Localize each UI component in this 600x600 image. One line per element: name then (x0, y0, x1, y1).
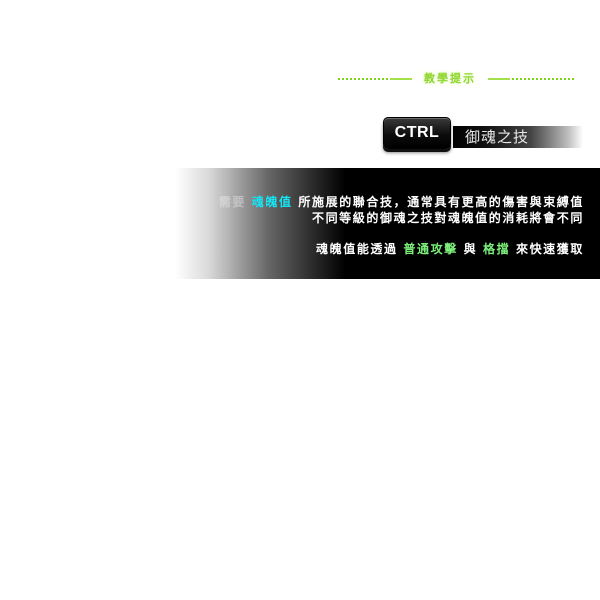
tutorial-title: 教學提示 (424, 72, 476, 85)
description-line-2: 不同等級的御魂之技對魂魄值的消耗將會不同 (311, 211, 584, 225)
skill-key-row: CTRL 御魂之技 (383, 117, 583, 151)
description-line-1-lead: 需要 (218, 195, 247, 209)
header-divider-left (338, 78, 412, 80)
description-line-3: 魂魄值能透過 普通攻擊 與 格擋 來快速獲取 (316, 241, 584, 257)
header-divider-right (488, 78, 576, 80)
description-line-3-part2: 與 (463, 242, 483, 256)
ctrl-key-icon: CTRL (383, 117, 451, 149)
description-line-1-text: 所施展的聯合技，通常具有更高的傷害與束縛值 (298, 195, 584, 209)
normal-attack-keyword: 普通攻擊 (403, 242, 458, 256)
description-line-1: 需要 魂魄值 所施展的聯合技，通常具有更高的傷害與束縛值 (219, 194, 584, 210)
skill-name-bar: 御魂之技 (453, 126, 583, 148)
skill-name: 御魂之技 (465, 128, 530, 146)
description-line-3-part1: 魂魄值能透過 (316, 242, 404, 256)
tutorial-header: 教學提示 (338, 71, 576, 87)
block-keyword: 格擋 (483, 242, 511, 256)
description-panel: 需要 魂魄值 所施展的聯合技，通常具有更高的傷害與束縛值 不同等級的御魂之技對魂… (175, 168, 600, 279)
tutorial-screen: 教學提示 CTRL 御魂之技 需要 魂魄值 所施展的聯合技，通常具有更高的傷害與… (0, 0, 600, 600)
soul-value-keyword: 魂魄值 (251, 195, 293, 209)
description-line-3-part3: 來快速獲取 (515, 242, 584, 256)
